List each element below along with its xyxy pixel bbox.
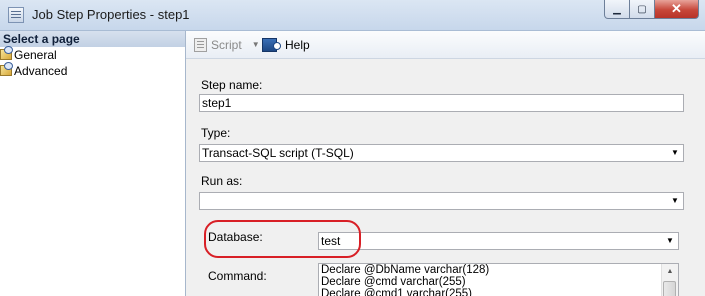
properties-page-icon bbox=[0, 62, 13, 76]
command-line: Declare @cmd1 varchar(255) bbox=[321, 288, 473, 296]
command-scrollbar[interactable]: ▲ bbox=[661, 264, 678, 296]
step-name-label: Step name: bbox=[201, 78, 263, 92]
script-label: Script bbox=[211, 38, 242, 52]
toolbar: Script ▼ Help bbox=[186, 31, 705, 59]
type-select[interactable]: Transact-SQL script (T-SQL) ▼ bbox=[199, 144, 684, 162]
window-controls: ▁ ▢ ✕ bbox=[604, 0, 699, 20]
maximize-icon: ▢ bbox=[637, 3, 647, 15]
title-bar: Job Step Properties - step1 ▁ ▢ ✕ bbox=[0, 0, 705, 31]
chevron-down-icon[interactable]: ▼ bbox=[662, 233, 678, 249]
help-label: Help bbox=[285, 38, 310, 52]
script-button[interactable]: Script ▼ bbox=[194, 37, 260, 53]
minimize-icon: ▁ bbox=[613, 3, 621, 15]
chevron-down-icon[interactable]: ▼ bbox=[667, 193, 683, 209]
general-page-content: Script ▼ Help Step name: step1 Type: Tra… bbox=[186, 31, 705, 296]
help-icon bbox=[262, 38, 281, 52]
command-textarea[interactable]: Declare @DbName varchar(128) Declare @cm… bbox=[318, 263, 679, 296]
page-item-general[interactable]: General bbox=[0, 46, 185, 63]
page-item-label: Advanced bbox=[14, 64, 68, 78]
command-line: Declare @DbName varchar(128) bbox=[321, 264, 490, 276]
run-as-select[interactable]: ▼ bbox=[199, 192, 684, 210]
window-title: Job Step Properties - step1 bbox=[32, 7, 190, 22]
maximize-button[interactable]: ▢ bbox=[630, 0, 655, 19]
close-icon: ✕ bbox=[671, 1, 682, 16]
scroll-thumb[interactable] bbox=[663, 281, 676, 296]
help-button[interactable]: Help bbox=[262, 37, 310, 53]
close-button[interactable]: ✕ bbox=[655, 0, 699, 19]
step-name-input[interactable]: step1 bbox=[199, 94, 684, 112]
database-selected-value: test bbox=[321, 234, 341, 248]
database-select[interactable]: test ▼ bbox=[318, 232, 679, 250]
script-icon bbox=[194, 38, 207, 52]
command-line: Declare @cmd varchar(255) bbox=[321, 276, 466, 288]
scroll-up-icon[interactable]: ▲ bbox=[662, 264, 678, 278]
run-as-label: Run as: bbox=[201, 174, 243, 188]
command-label: Command: bbox=[208, 269, 267, 283]
select-a-page-header: Select a page bbox=[0, 31, 185, 47]
type-selected-value: Transact-SQL script (T-SQL) bbox=[202, 146, 354, 160]
database-label: Database: bbox=[208, 230, 263, 244]
minimize-button[interactable]: ▁ bbox=[604, 0, 630, 19]
chevron-down-icon[interactable]: ▼ bbox=[667, 145, 683, 161]
script-dropdown-arrow-icon[interactable]: ▼ bbox=[252, 37, 260, 53]
page-selector-pane: Select a page General Advanced bbox=[0, 31, 186, 296]
properties-page-icon bbox=[0, 46, 13, 60]
page-item-advanced[interactable]: Advanced bbox=[0, 62, 185, 79]
job-step-window-icon bbox=[8, 7, 24, 23]
type-label: Type: bbox=[201, 126, 231, 140]
page-item-label: General bbox=[14, 48, 57, 62]
